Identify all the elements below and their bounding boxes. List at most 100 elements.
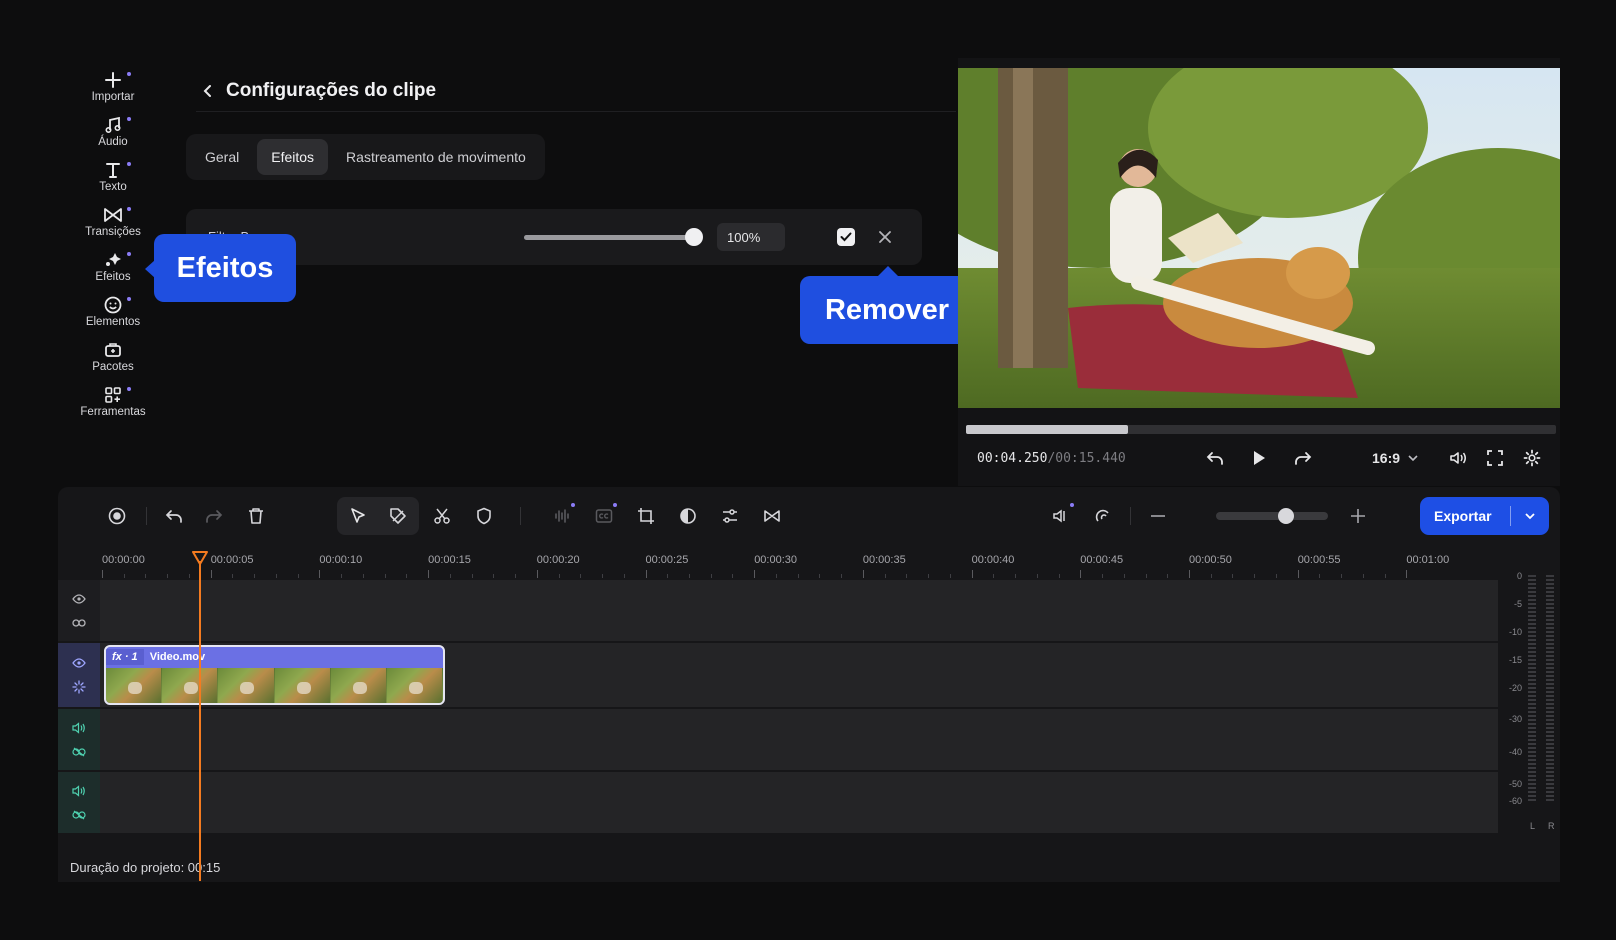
- intensity-input[interactable]: 100%: [717, 223, 785, 251]
- unlink-icon[interactable]: [71, 807, 87, 823]
- color-adjust-icon[interactable]: [674, 502, 702, 530]
- playhead[interactable]: [199, 561, 201, 881]
- ruler-tick: [275, 574, 277, 578]
- meter-db-label: -30: [1508, 714, 1522, 724]
- music-note-icon: [105, 116, 121, 134]
- eye-icon[interactable]: [71, 655, 87, 671]
- volume-icon[interactable]: [1446, 446, 1470, 470]
- aspect-ratio-select[interactable]: 16:9: [1372, 450, 1418, 466]
- zoom-slider[interactable]: [1216, 508, 1328, 524]
- ruler-tick: [1210, 574, 1212, 578]
- play-icon[interactable]: [1247, 446, 1271, 470]
- ruler-label: 00:00:20: [536, 554, 580, 566]
- meter-db-label: -15: [1508, 655, 1522, 665]
- volume-icon[interactable]: [71, 720, 87, 736]
- settings-gear-icon[interactable]: [1520, 446, 1544, 470]
- sidebar-item-audio[interactable]: Áudio: [68, 107, 158, 152]
- undo-icon[interactable]: [160, 502, 188, 530]
- slider-thumb[interactable]: [685, 228, 703, 246]
- ruler-label: 00:01:00: [1406, 554, 1450, 566]
- ruler-tick: [862, 570, 864, 578]
- ruler-tick: [775, 574, 777, 578]
- indicator-dot: [127, 297, 131, 301]
- ruler-tick: [362, 574, 364, 578]
- record-icon[interactable]: [103, 502, 131, 530]
- ruler-label: 00:00:00: [102, 554, 145, 566]
- ruler-tick: [515, 574, 517, 578]
- shield-icon[interactable]: [470, 502, 498, 530]
- audio-detach-icon[interactable]: [1047, 502, 1075, 530]
- ruler-tick: [732, 574, 734, 578]
- ruler-label: 00:00:40: [971, 554, 1015, 566]
- link-icon[interactable]: [71, 615, 87, 631]
- meter-bar-left: [1528, 575, 1536, 803]
- sidebar-item-ferramentas[interactable]: Ferramentas: [68, 377, 158, 422]
- remove-effect-button[interactable]: [874, 226, 896, 248]
- zoom-in-icon[interactable]: [1344, 502, 1372, 530]
- timeline-track-audio[interactable]: [58, 772, 1498, 833]
- tag-icon[interactable]: [384, 502, 412, 530]
- timeline-track-audio[interactable]: [58, 709, 1498, 770]
- transition-icon[interactable]: [758, 502, 786, 530]
- zoom-out-icon[interactable]: [1144, 502, 1172, 530]
- timeline-track-video[interactable]: fx · 1 Video.mov: [58, 643, 1498, 707]
- meter-channel-label: L: [1530, 821, 1536, 831]
- meter-channel-label: R: [1548, 821, 1555, 831]
- video-frame[interactable]: [958, 68, 1560, 408]
- timeline-track-empty[interactable]: [58, 580, 1498, 641]
- export-button[interactable]: Exportar: [1420, 497, 1549, 535]
- captions-icon[interactable]: [590, 502, 618, 530]
- sidebar-item-importar[interactable]: Importar: [68, 62, 158, 107]
- rewind-icon[interactable]: [1203, 446, 1227, 470]
- ruler-tick: [471, 574, 473, 578]
- sparkle-icon: [106, 253, 121, 266]
- clip-thumbnail: [330, 668, 387, 703]
- ruler-tick: [1254, 574, 1256, 578]
- video-clip[interactable]: fx · 1 Video.mov: [104, 645, 445, 705]
- fullscreen-icon[interactable]: [1483, 446, 1507, 470]
- forward-icon[interactable]: [1291, 446, 1315, 470]
- tab-geral[interactable]: Geral: [191, 139, 253, 175]
- clip-name: Video.mov: [149, 651, 206, 663]
- ruler-tick: [1275, 574, 1277, 578]
- zoom-slider-thumb[interactable]: [1277, 508, 1294, 524]
- back-chevron-icon[interactable]: [196, 79, 220, 103]
- ruler-tick: [754, 570, 756, 578]
- meter-db-label: 0: [1516, 571, 1522, 581]
- ruler-tick: [1189, 570, 1190, 578]
- trash-icon[interactable]: [242, 502, 270, 530]
- clip-settings-tabs: Geral Efeitos Rastreamento de movimento: [186, 134, 545, 180]
- intensity-slider[interactable]: [524, 228, 703, 246]
- sidebar-item-elementos[interactable]: Elementos: [68, 287, 158, 332]
- playhead-handle[interactable]: [192, 551, 208, 565]
- sparkle-icon[interactable]: [71, 679, 87, 695]
- ruler-tick: [1145, 574, 1147, 578]
- tab-efeitos[interactable]: Efeitos: [257, 139, 329, 175]
- ruler-tick: [688, 574, 690, 578]
- ruler-label: 00:00:10: [319, 554, 363, 566]
- sidebar-item-texto[interactable]: Texto: [68, 152, 158, 197]
- sliders-icon[interactable]: [716, 502, 744, 530]
- ruler-tick: [536, 570, 538, 578]
- eye-icon[interactable]: [71, 591, 87, 607]
- redo-icon[interactable]: [200, 502, 228, 530]
- magnet-snap-icon[interactable]: [1089, 502, 1117, 530]
- ruler-label: 00:00:35: [862, 554, 906, 566]
- clip-thumbnails: [106, 668, 443, 703]
- crop-icon[interactable]: [632, 502, 660, 530]
- effect-enabled-checkbox[interactable]: [837, 228, 855, 246]
- playback-progress-bar[interactable]: [966, 425, 1556, 434]
- ruler-tick: [884, 574, 886, 578]
- scissors-icon[interactable]: [428, 502, 456, 530]
- volume-icon[interactable]: [71, 783, 87, 799]
- select-pointer-icon[interactable]: [344, 502, 372, 530]
- audio-split-icon[interactable]: [548, 502, 576, 530]
- ruler-tick: [188, 574, 190, 578]
- unlink-icon[interactable]: [71, 744, 87, 760]
- chevron-down-icon[interactable]: [1511, 512, 1549, 520]
- time-ruler[interactable]: 00:00:00 00:00:05 00:00:10 00:00:15 00:00:20…: [58, 547, 1498, 578]
- toolbar-divider: [520, 507, 521, 525]
- tab-rastreamento[interactable]: Rastreamento de movimento: [332, 139, 540, 175]
- sidebar-item-transicoes[interactable]: Transições: [68, 197, 158, 242]
- sidebar-item-pacotes[interactable]: Pacotes: [68, 332, 158, 377]
